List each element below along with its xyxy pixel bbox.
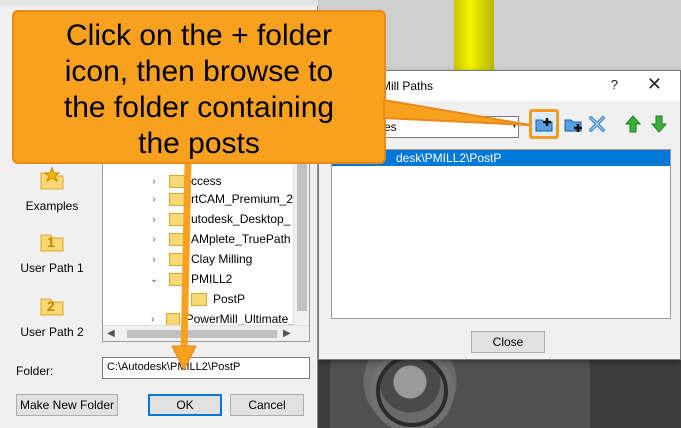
folder-icon (169, 174, 185, 188)
chevron-right-icon[interactable]: › (147, 254, 161, 265)
delete-icon (589, 116, 605, 132)
make-new-folder-button[interactable]: Make New Folder (16, 394, 118, 416)
dialog-top-edge (0, 0, 318, 6)
tree-item-label: PMILL2 (191, 272, 233, 286)
folder-icon (191, 292, 207, 306)
numbered-folder-icon: 1 (40, 234, 64, 252)
shortcut-examples[interactable]: Examples (12, 164, 92, 213)
tree-item[interactable]: › Clay Milling (103, 249, 295, 269)
shortcut-label: User Path 1 (20, 261, 84, 275)
shortcut-label: User Path 2 (20, 325, 84, 339)
chevron-right-icon[interactable]: › (147, 234, 161, 245)
vertical-scrollbar-thumb[interactable] (297, 161, 307, 311)
instruction-callout: Click on the + folder icon, then browse … (12, 10, 386, 164)
tree-item-label: PostP (213, 292, 246, 306)
chevron-right-icon[interactable]: › (147, 176, 161, 187)
folder-icon (169, 212, 185, 226)
folder-field-label: Folder: (16, 364, 54, 378)
machine-model (330, 352, 590, 428)
tree-item-label: rtCAM_Premium_2 (191, 192, 294, 206)
tree-item[interactable]: › AMplete_TruePath (103, 229, 295, 249)
cancel-button[interactable]: Cancel (230, 394, 304, 416)
tree-item[interactable]: › rtCAM_Premium_2 (103, 189, 295, 209)
folder-path-field[interactable]: C:\Autodesk\PMILL2\PostP (102, 357, 310, 379)
scroll-left-icon[interactable]: ◀ (107, 328, 115, 339)
shortcut-label: Examples (25, 199, 79, 213)
tree-item-label: ccess (191, 174, 222, 188)
callout-line: Click on the + folder (66, 19, 332, 52)
tree-item-selected[interactable]: PostP (125, 289, 295, 309)
tree-item-label: utodesk_Desktop_ (191, 212, 291, 226)
horizontal-scrollbar-thumb[interactable] (127, 330, 277, 338)
vertical-scrollbar[interactable] (293, 151, 309, 327)
arrow-up-icon (624, 115, 642, 133)
svg-text:1: 1 (47, 234, 55, 250)
tree-item-label: Clay Milling (191, 252, 253, 266)
paths-list[interactable]: desk\PMILL2\PostP (331, 149, 671, 319)
callout-line: icon, then browse to (64, 55, 334, 88)
move-up-button[interactable] (621, 111, 645, 137)
callout-line: the folder containing (63, 91, 335, 124)
folder-icon (166, 312, 180, 326)
scroll-right-icon[interactable]: ▶ (283, 328, 291, 339)
shortcut-user-path-2[interactable]: 2 User Path 2 (12, 290, 92, 339)
ok-button[interactable]: OK (148, 394, 222, 416)
star-folder-icon (40, 166, 64, 190)
new-folder-button[interactable] (529, 109, 559, 139)
close-icon[interactable]: ✕ (647, 74, 662, 95)
folder-tree[interactable]: › ccess › rtCAM_Premium_2 › utodesk_Desk… (102, 150, 310, 342)
close-button[interactable]: Close (471, 331, 545, 353)
folder-add-icon (564, 119, 582, 132)
chevron-right-icon[interactable]: › (147, 194, 161, 205)
add-path-button[interactable] (561, 111, 585, 137)
folder-open-icon (169, 272, 185, 286)
move-down-button[interactable] (647, 111, 671, 137)
tree-item[interactable]: ⌄ PMILL2 (103, 269, 295, 289)
help-button[interactable]: ? (611, 77, 618, 92)
chevron-right-icon[interactable]: › (147, 314, 158, 325)
folder-icon (169, 252, 185, 266)
tree-item[interactable]: › ccess (103, 171, 295, 191)
tree-item-label: AMplete_TruePath (191, 232, 291, 246)
folder-plus-icon (535, 118, 553, 132)
tree-item-label: PowerMill_Ultimate_ (185, 312, 295, 326)
delete-path-button[interactable] (585, 111, 609, 137)
svg-text:2: 2 (47, 298, 55, 314)
tree-item[interactable]: › utodesk_Desktop_ (103, 209, 295, 229)
folder-icon (169, 232, 185, 246)
list-item-label: desk\PMILL2\PostP (396, 151, 502, 165)
callout-line: the posts (138, 127, 260, 160)
numbered-folder-icon: 2 (40, 298, 64, 316)
shortcut-user-path-1[interactable]: 1 User Path 1 (12, 226, 92, 275)
tool-holder (454, 0, 494, 70)
chevron-down-icon: ▼ (510, 120, 519, 130)
mill-paths-title: Mill Paths (381, 79, 434, 93)
chevron-down-icon[interactable]: ⌄ (147, 274, 161, 285)
chevron-right-icon[interactable]: › (147, 214, 161, 225)
arrow-down-icon (650, 115, 668, 133)
machine-spindle (376, 355, 448, 427)
horizontal-scrollbar[interactable]: ◀ ▶ (103, 325, 309, 341)
folder-icon (169, 192, 185, 206)
